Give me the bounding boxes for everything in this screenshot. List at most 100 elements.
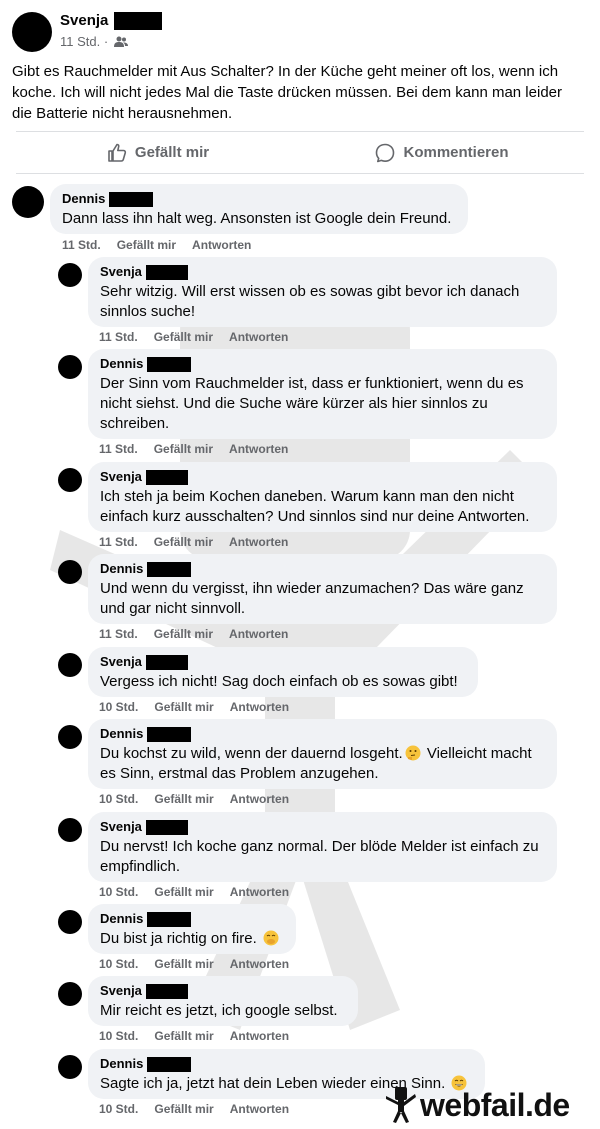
comment-author-name[interactable]: Dennis (100, 1056, 143, 1071)
comment-author-name[interactable]: Svenja (100, 654, 142, 669)
like-label: Gefällt mir (134, 144, 210, 161)
comment-like-button[interactable]: Gefällt mir (154, 1029, 213, 1043)
comment-bubble: Svenja Du nervst! Ich koche ganz normal. … (88, 812, 557, 882)
comment-text: Dann lass ihn halt weg. Ansonsten ist Go… (62, 209, 456, 229)
comment-button[interactable]: Kommentieren (300, 132, 584, 173)
comment-author-name[interactable]: Dennis (100, 911, 143, 926)
comment-reply-button[interactable]: Antworten (230, 1029, 289, 1043)
redaction-bar (114, 12, 163, 31)
comment-author-name[interactable]: Dennis (62, 191, 105, 206)
redaction-bar (147, 1057, 192, 1073)
comment-like-button[interactable]: Gefällt mir (154, 700, 213, 714)
comment-meta: 11 Std. Gefällt mir Antworten (99, 535, 304, 549)
comment-text-part: Du bist ja richtig on fire. (100, 930, 261, 947)
comment-author[interactable]: Svenja (100, 264, 545, 281)
comment-like-button[interactable]: Gefällt mir (154, 885, 213, 899)
comment-reply-button[interactable]: Antworten (229, 627, 288, 641)
webfail-logo: webfail.de (386, 1086, 570, 1124)
comment-time[interactable]: 11 Std. (99, 330, 138, 344)
hand-over-mouth-emoji (263, 930, 279, 946)
comment-meta: 11 Std. Gefällt mir Antworten (62, 238, 267, 252)
comment-reply-button[interactable]: Antworten (229, 330, 288, 344)
post-time[interactable]: 11 Std. (60, 34, 100, 49)
comment-time[interactable]: 11 Std. (99, 442, 138, 456)
comment-author[interactable]: Svenja (100, 819, 545, 836)
comment-text: Der Sinn vom Rauchmelder ist, dass er fu… (100, 374, 545, 434)
comment-time[interactable]: 11 Std. (99, 627, 138, 641)
comment-time[interactable]: 10 Std. (99, 957, 138, 971)
comment-author[interactable]: Dennis (62, 191, 456, 208)
comment-time[interactable]: 10 Std. (99, 700, 138, 714)
comment-time[interactable]: 10 Std. (99, 1102, 138, 1116)
comment-like-button[interactable]: Gefällt mir (154, 1102, 213, 1116)
comment-bubble: Svenja Vergess ich nicht! Sag doch einfac… (88, 647, 478, 697)
comment-author-name[interactable]: Dennis (100, 356, 143, 371)
redaction-bar (147, 912, 192, 928)
comment-reply-button[interactable]: Antworten (230, 700, 289, 714)
comment-avatar[interactable] (58, 263, 82, 287)
comment-text-part: Du kochst zu wild, wenn der dauernd losg… (100, 745, 403, 762)
comment-like-button[interactable]: Gefällt mir (154, 535, 213, 549)
comment-author-name[interactable]: Svenja (100, 819, 142, 834)
comment-reply-button[interactable]: Antworten (192, 238, 251, 252)
post-text: Gibt es Rauchmelder mit Aus Schalter? In… (12, 63, 562, 122)
comment-reply-button[interactable]: Antworten (230, 957, 289, 971)
comment-avatar[interactable] (58, 468, 82, 492)
comment-text: Und wenn du vergisst, ihn wieder anzumac… (100, 579, 545, 619)
comment-author[interactable]: Svenja (100, 469, 545, 486)
comment-like-button[interactable]: Gefällt mir (154, 792, 213, 806)
speech-bubble-icon (376, 143, 395, 162)
comment-author-name[interactable]: Svenja (100, 469, 142, 484)
comment-author-name[interactable]: Dennis (100, 726, 143, 741)
comment-reply-button[interactable]: Antworten (230, 1102, 289, 1116)
comment-author[interactable]: Dennis (100, 911, 284, 928)
comment-author[interactable]: Dennis (100, 726, 545, 743)
comment-text: Ich steh ja beim Kochen daneben. Warum k… (100, 487, 545, 527)
comment-author[interactable]: Dennis (100, 561, 545, 578)
like-button[interactable]: Gefällt mir (16, 132, 300, 173)
comment-time[interactable]: 10 Std. (99, 885, 138, 899)
comment-reply-button[interactable]: Antworten (230, 885, 289, 899)
comment-avatar[interactable] (58, 355, 82, 379)
comment-avatar[interactable] (12, 186, 44, 218)
comment-reply-button[interactable]: Antworten (229, 442, 288, 456)
comment-reply-button[interactable]: Antworten (229, 535, 288, 549)
comment-meta: 10 Std. Gefällt mir Antworten (99, 957, 305, 971)
comment-author[interactable]: Dennis (100, 1056, 473, 1073)
comment-reply-button[interactable]: Antworten (230, 792, 289, 806)
thinking-face-emoji (405, 745, 421, 761)
comment-avatar[interactable] (58, 910, 82, 934)
comment-avatar[interactable] (58, 1055, 82, 1079)
comment-author-name[interactable]: Svenja (100, 264, 142, 279)
post-author[interactable]: Svenja (60, 12, 163, 31)
comment-author[interactable]: Dennis (100, 356, 545, 373)
comment-like-button[interactable]: Gefällt mir (154, 957, 213, 971)
comment-like-button[interactable]: Gefällt mir (154, 330, 213, 344)
comment-author[interactable]: Svenja (100, 983, 346, 1000)
comment-avatar[interactable] (58, 560, 82, 584)
comment-avatar[interactable] (58, 818, 82, 842)
redaction-bar (145, 984, 188, 1000)
post-author-name[interactable]: Svenja (60, 12, 108, 29)
comment-time[interactable]: 10 Std. (99, 792, 138, 806)
logo-text: webfail.de (420, 1086, 570, 1123)
comment-like-button[interactable]: Gefällt mir (154, 442, 213, 456)
comment-time[interactable]: 11 Std. (62, 238, 101, 252)
avatar[interactable] (12, 12, 52, 52)
comment-time[interactable]: 11 Std. (99, 535, 138, 549)
comment-like-button[interactable]: Gefällt mir (117, 238, 176, 252)
comment-like-button[interactable]: Gefällt mir (154, 627, 213, 641)
comment-author[interactable]: Svenja (100, 654, 466, 671)
comment-bubble: Dennis Du bist ja richtig on fire. (88, 904, 296, 954)
comment-avatar[interactable] (58, 982, 82, 1006)
comment-time[interactable]: 10 Std. (99, 1029, 138, 1043)
redaction-bar (109, 192, 154, 208)
comment-avatar[interactable] (58, 653, 82, 677)
comment-text: Du nervst! Ich koche ganz normal. Der bl… (100, 837, 545, 877)
comment-text: Du bist ja richtig on fire. (100, 929, 284, 949)
redaction-bar (145, 820, 188, 836)
comment-avatar[interactable] (58, 725, 82, 749)
redaction-bar (147, 727, 192, 743)
comment-author-name[interactable]: Dennis (100, 561, 143, 576)
comment-author-name[interactable]: Svenja (100, 983, 142, 998)
